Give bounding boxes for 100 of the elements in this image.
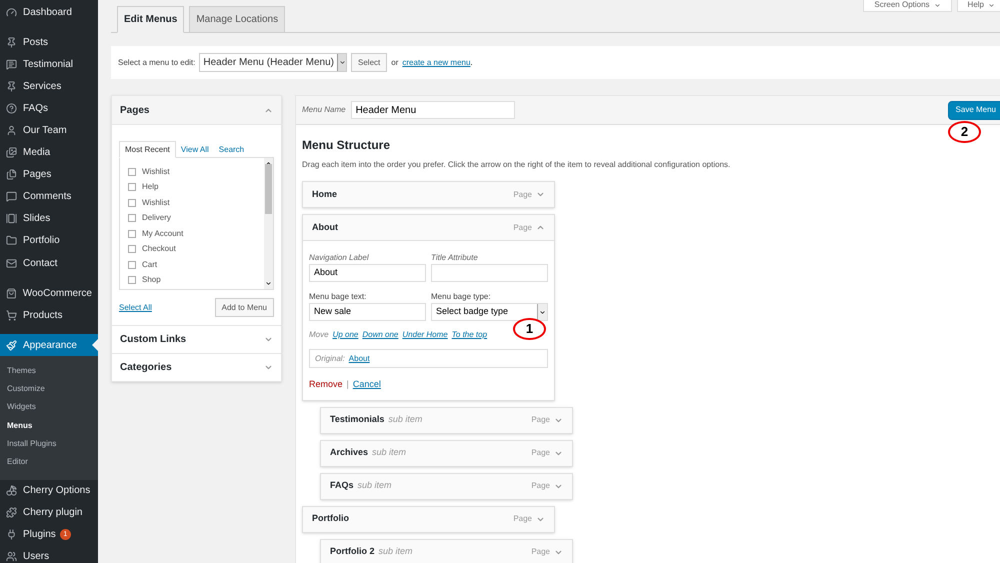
panel-tab[interactable]: Search	[214, 141, 250, 158]
move-link[interactable]: To the top	[452, 329, 488, 341]
scrollbar[interactable]	[264, 158, 273, 289]
cancel-link[interactable]: Cancel	[352, 378, 381, 392]
submenu-item[interactable]: Menus	[0, 416, 98, 435]
item-type: Page	[513, 222, 532, 234]
pin-icon	[6, 80, 17, 92]
sidebar-item[interactable]: Comments	[0, 186, 98, 208]
checkbox[interactable]	[128, 260, 136, 269]
sidebar-item[interactable]: Pages	[0, 164, 98, 186]
speech-icon	[6, 58, 17, 70]
select-button[interactable]: Select	[351, 53, 388, 72]
move-link[interactable]: Up one	[332, 329, 358, 341]
sidebar-item[interactable]: Cherry Options	[0, 480, 98, 502]
item-type: Page	[531, 480, 550, 492]
sub-item-label: sub item	[378, 545, 413, 558]
caret-icon	[934, 2, 941, 8]
sidebar-item[interactable]: Media	[0, 142, 98, 164]
folder-icon	[6, 235, 17, 246]
submenu-item[interactable]: Widgets	[0, 398, 98, 416]
separator-text: |	[346, 378, 349, 391]
submenu-item[interactable]: Editor	[0, 453, 98, 472]
person-icon	[6, 125, 17, 136]
checkbox[interactable]	[128, 245, 136, 254]
submenu-item[interactable]: Customize	[0, 380, 98, 398]
sidebar-item[interactable]: Cherry plugin	[0, 502, 98, 524]
item-title: Archives	[330, 446, 368, 460]
sidebar-item[interactable]: Posts	[0, 31, 98, 54]
menu-dropdown[interactable]: Header Menu (Header Menu)	[199, 53, 348, 72]
page-label: Delivery	[142, 212, 171, 224]
move-link[interactable]: Down one	[362, 329, 398, 341]
input-field[interactable]: About	[309, 264, 426, 282]
input-field[interactable]	[431, 264, 548, 282]
page-label: My Account	[142, 228, 184, 240]
menu-item[interactable]: Testimonials sub item Page	[320, 406, 573, 434]
menu-item[interactable]: Portfolio 2 sub item Page	[320, 538, 573, 563]
menu-name-field[interactable]: Header Menu	[350, 101, 515, 119]
field-label: Menu bage text:	[309, 291, 368, 303]
pin-icon	[6, 36, 17, 48]
top-menu-button[interactable]: Screen Options	[863, 0, 952, 12]
move-link[interactable]: Under Home	[402, 329, 448, 341]
menu-item[interactable]: Archives sub item Page	[320, 440, 573, 466]
item-title: FAQs	[330, 479, 354, 492]
submenu-item[interactable]: Themes	[0, 361, 98, 380]
create-menu-link[interactable]: create a new menu	[402, 56, 470, 68]
panel-tab[interactable]: Most Recent	[119, 141, 176, 158]
remove-link[interactable]: Remove	[309, 378, 343, 392]
sidebar-item[interactable]: Portfolio	[0, 230, 98, 252]
checkbox[interactable]	[128, 276, 136, 284]
submenu-item[interactable]: Install Plugins	[0, 434, 98, 454]
original-link[interactable]: About	[348, 352, 370, 364]
sidebar-item[interactable]: Our Team	[0, 119, 98, 142]
sidebar-item[interactable]: Testimonial	[0, 53, 98, 76]
sidebar-item[interactable]: Contact	[0, 252, 98, 274]
sidebar-item[interactable]: WooCommerce	[0, 282, 98, 304]
checkbox[interactable]	[128, 168, 136, 176]
page-label: Wishlist	[142, 196, 170, 209]
slides-icon	[6, 213, 17, 224]
input-field[interactable]: New sale	[309, 303, 426, 321]
tab[interactable]: Manage Locations	[189, 6, 286, 33]
select-field[interactable]: Select badge type	[431, 303, 548, 321]
page-label: Help	[142, 181, 158, 194]
menu-item[interactable]: FAQs sub item Page	[320, 472, 573, 500]
sidebar-item[interactable]: Slides	[0, 208, 98, 230]
sub-item-label: sub item	[358, 479, 392, 492]
save-menu-button[interactable]: Save Menu	[948, 100, 1000, 120]
select-all-link[interactable]: Select All	[119, 302, 152, 314]
page-label: Wishlist	[142, 166, 170, 178]
menu-item[interactable]: Portfolio Page	[302, 506, 555, 532]
checkbox[interactable]	[128, 214, 136, 222]
comment-icon	[6, 191, 17, 202]
checkbox[interactable]	[128, 198, 136, 207]
cart-icon	[6, 310, 17, 321]
sidebar-item[interactable]: Appearance	[0, 334, 98, 356]
sidebar-item[interactable]: Products	[0, 304, 98, 326]
section-heading: Menu Structure	[302, 137, 392, 154]
select-label: Select a menu to edit:	[118, 56, 196, 68]
checkbox[interactable]	[128, 230, 136, 238]
field-label: Menu bage type:	[431, 291, 492, 303]
top-menu-button[interactable]: Help	[956, 0, 1000, 12]
panel-title: Custom Links	[120, 333, 186, 347]
bag-icon	[6, 288, 17, 299]
item-type: Page	[531, 447, 550, 459]
menu-item[interactable]: Home Page	[302, 181, 555, 208]
images-icon	[6, 147, 17, 158]
page-label: Shop	[142, 274, 161, 286]
dashboard-icon	[6, 6, 17, 18]
panel-tab[interactable]: View All	[176, 141, 214, 158]
menu-name-label: Menu Name	[302, 104, 346, 116]
sidebar-item[interactable]: Dashboard	[0, 1, 98, 24]
checkbox[interactable]	[128, 183, 136, 192]
dropdown-icon	[338, 59, 346, 66]
item-type: Page	[531, 546, 550, 558]
sidebar-item[interactable]: Services	[0, 75, 98, 98]
sidebar-item[interactable]: Users	[0, 546, 98, 563]
sub-item-label: sub item	[372, 446, 406, 460]
sidebar-item[interactable]: FAQs	[0, 97, 98, 120]
scroll-down-icon[interactable]	[265, 280, 272, 287]
tab[interactable]: Edit Menus	[117, 6, 184, 33]
add-to-menu-button[interactable]: Add to Menu	[214, 298, 274, 317]
